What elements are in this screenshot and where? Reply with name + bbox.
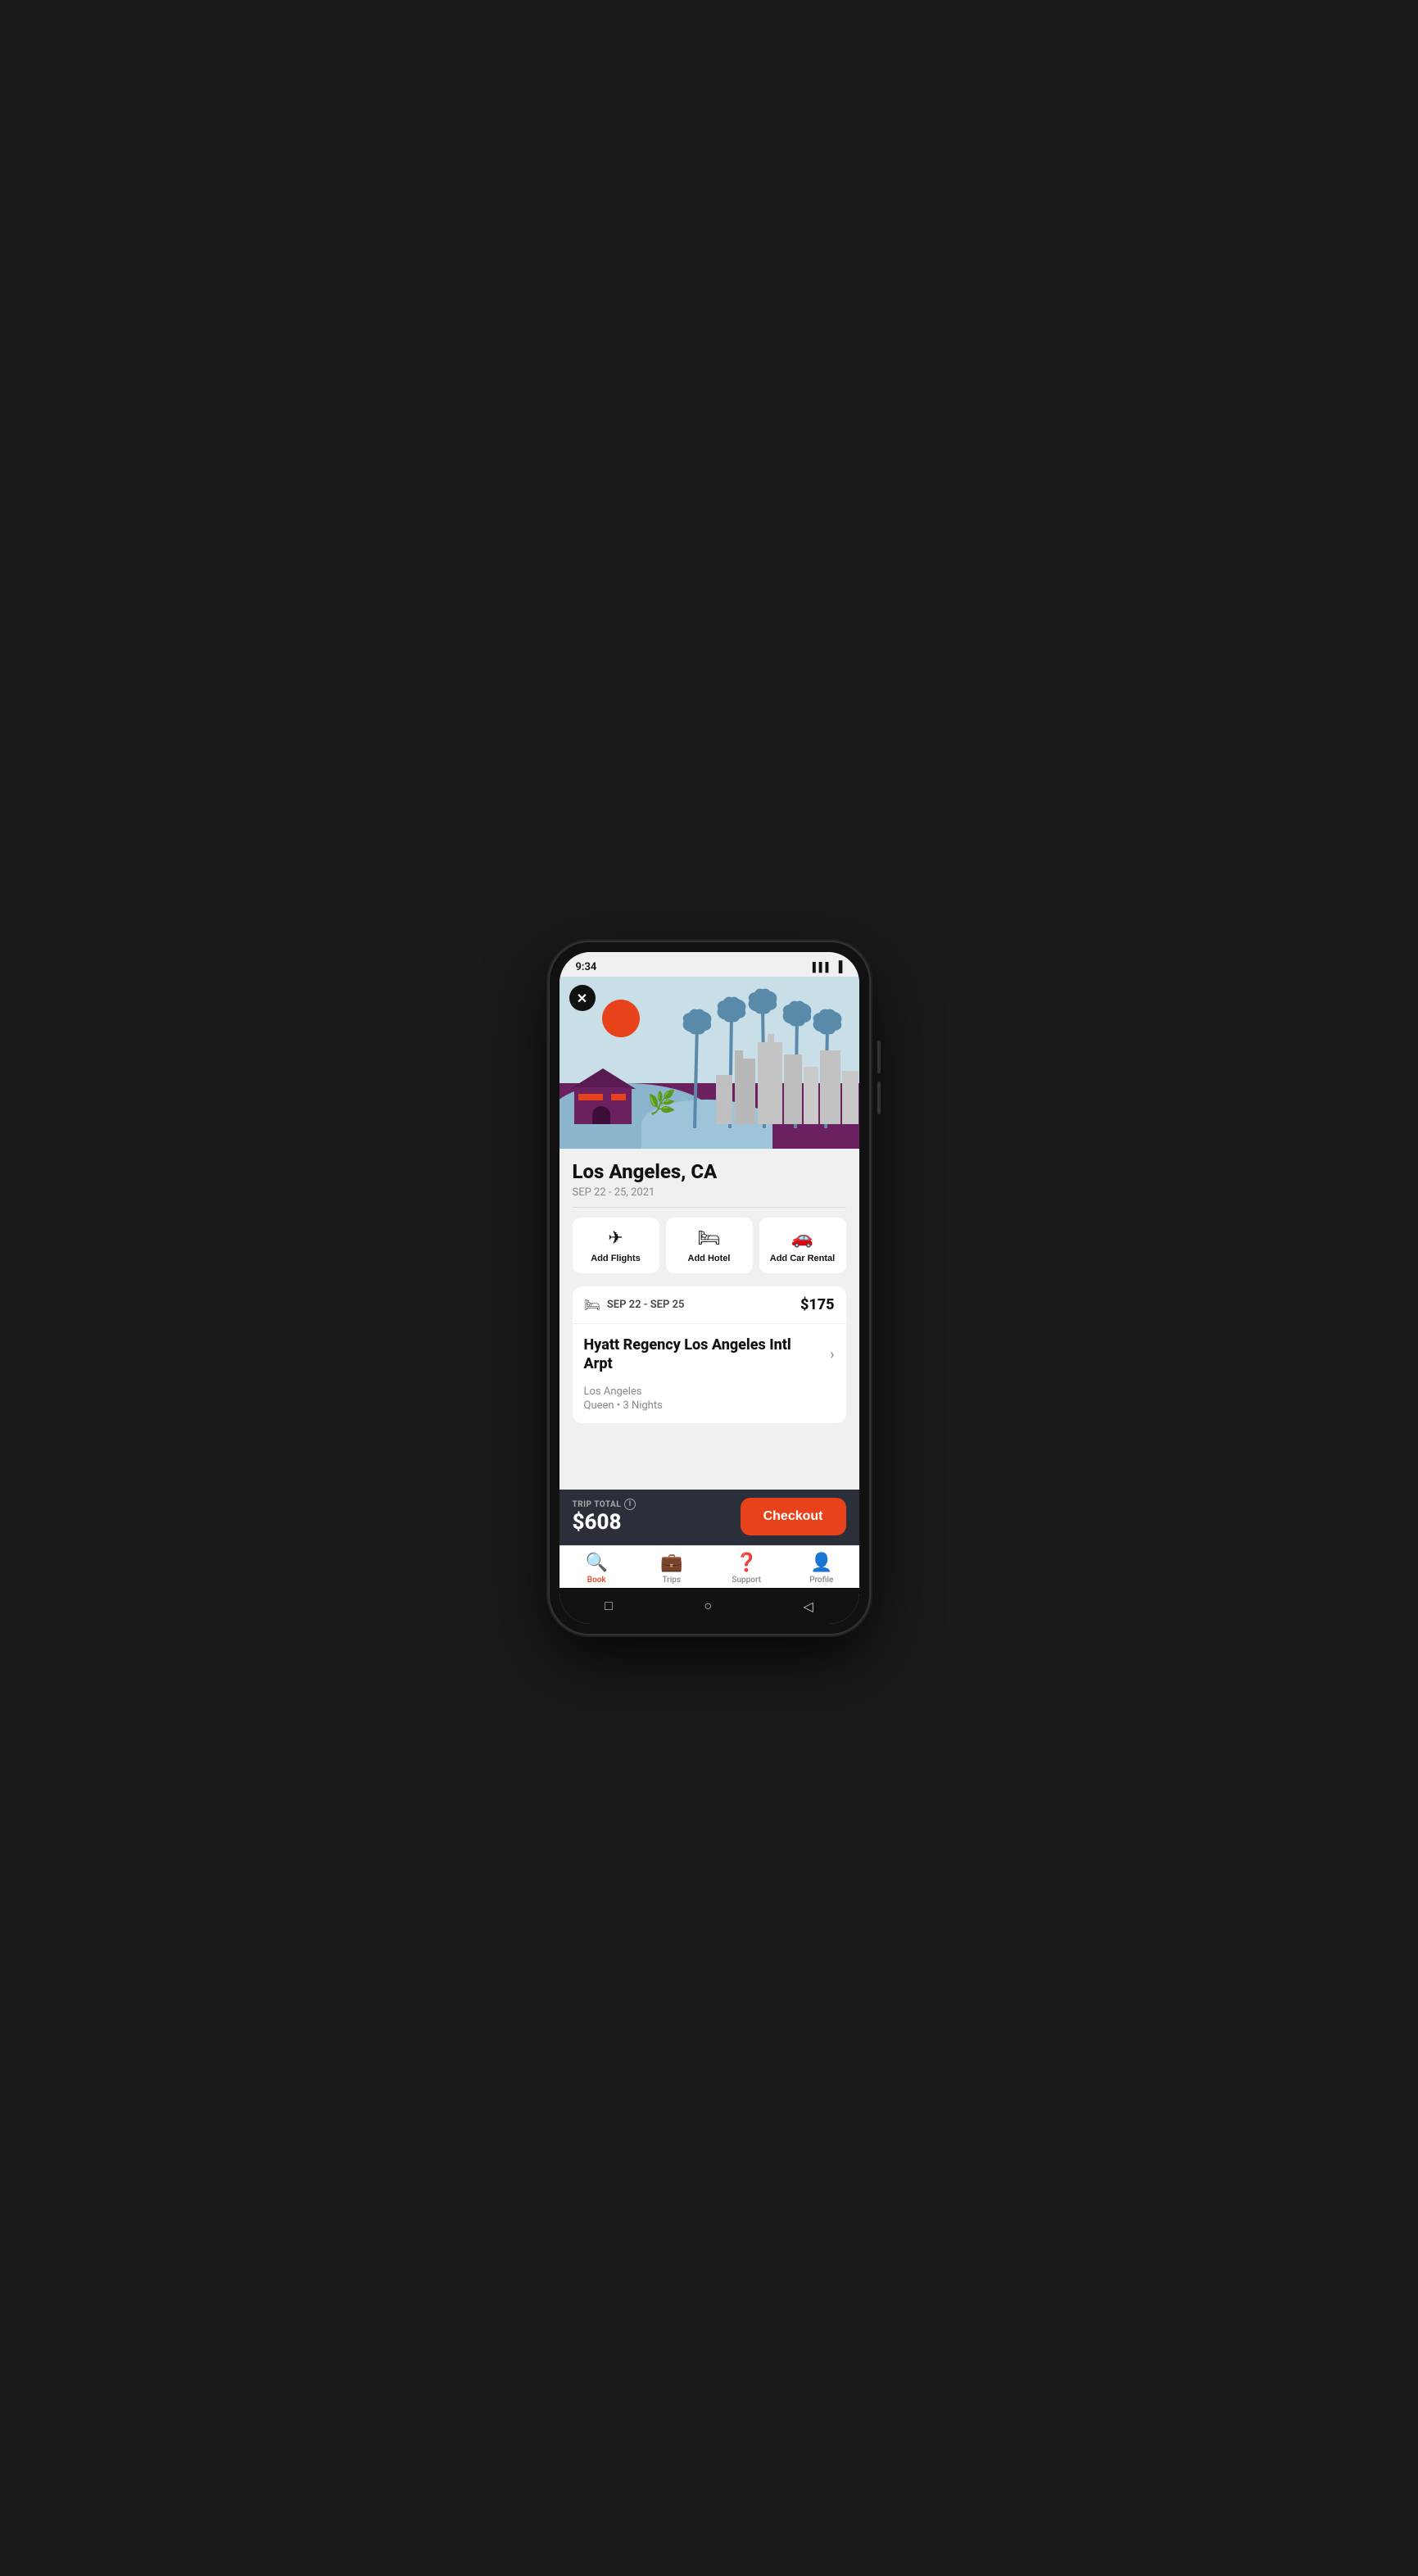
destination-title: Los Angeles, CA	[573, 1160, 846, 1184]
nav-book-label: Book	[587, 1576, 606, 1585]
destination-header: Los Angeles, CA SEP 22 - 25, 2021	[559, 1149, 859, 1207]
checkout-button[interactable]: Checkout	[741, 1498, 846, 1535]
bottom-nav: 🔍 Book 💼 Trips ❓ Support 👤 Profile	[559, 1545, 859, 1588]
hotel-dates-row: 🛏 SEP 22 - SEP 25 $175	[573, 1286, 846, 1324]
hotel-price: $175	[800, 1296, 835, 1313]
city-skyline	[712, 1026, 859, 1124]
profile-icon: 👤	[810, 1553, 832, 1573]
android-home[interactable]: ○	[687, 1594, 728, 1617]
hotel-location: Los Angeles	[584, 1386, 835, 1398]
services-row: ✈ Add Flights 🛏 Add Hotel 🚗 Add Car Rent…	[559, 1208, 859, 1283]
phone-screen: 9:34 ▌▌▌ ▐	[559, 952, 859, 1624]
nav-profile[interactable]: 👤 Profile	[784, 1553, 859, 1585]
house-window	[592, 1106, 610, 1124]
destination-dates: SEP 22 - 25, 2021	[573, 1186, 846, 1199]
android-navigation: □ ○ ◁	[559, 1588, 859, 1624]
nav-trips-label: Trips	[662, 1576, 681, 1585]
nav-support[interactable]: ❓ Support	[709, 1553, 785, 1585]
flights-label: Add Flights	[591, 1254, 641, 1263]
hotel-card[interactable]: 🛏 SEP 22 - SEP 25 $175 Hyatt Regency Los…	[573, 1286, 846, 1423]
house-roof	[570, 1068, 636, 1089]
status-bar: 9:34 ▌▌▌ ▐	[559, 952, 859, 977]
chevron-right-icon: ›	[830, 1346, 834, 1363]
trip-total-amount: $608	[573, 1510, 637, 1535]
car-icon: 🚗	[791, 1227, 813, 1249]
add-hotel-button[interactable]: 🛏 Add Hotel	[666, 1218, 753, 1273]
hotel-info-row: Hyatt Regency Los Angeles Intl Arpt ›	[573, 1324, 846, 1386]
trip-total-section: TRIP TOTAL i $608	[573, 1499, 637, 1535]
android-recents[interactable]: □	[588, 1594, 629, 1617]
house-body	[574, 1087, 632, 1124]
volume-button-2	[877, 1082, 881, 1114]
trips-icon: 💼	[660, 1553, 682, 1573]
main-content: Los Angeles, CA SEP 22 - 25, 2021 ✈ Add …	[559, 1149, 859, 1490]
flights-icon: ✈	[608, 1227, 623, 1249]
hotel-bed-icon: 🛏	[584, 1297, 600, 1313]
battery-icon: ▐	[835, 960, 842, 973]
house-accent2	[611, 1094, 626, 1100]
hotel-room-type: Queen • 3 Nights	[584, 1399, 835, 1412]
close-button[interactable]: ✕	[569, 985, 596, 1011]
info-icon[interactable]: i	[624, 1499, 636, 1510]
phone-frame: 9:34 ▌▌▌ ▐	[550, 942, 869, 1634]
house-illustration	[574, 1087, 648, 1124]
close-icon: ✕	[577, 991, 587, 1006]
hotel-icon: 🛏	[698, 1227, 721, 1249]
status-time: 9:34	[576, 961, 597, 973]
hotel-details: Los Angeles Queen • 3 Nights	[573, 1386, 846, 1423]
add-flights-button[interactable]: ✈ Add Flights	[573, 1218, 659, 1273]
add-car-rental-button[interactable]: 🚗 Add Car Rental	[759, 1218, 846, 1273]
status-icons: ▌▌▌ ▐	[813, 960, 843, 973]
hotel-name: Hyatt Regency Los Angeles Intl Arpt	[584, 1336, 824, 1374]
nav-book[interactable]: 🔍 Book	[559, 1553, 635, 1585]
house-accent	[578, 1094, 603, 1100]
checkout-bar: TRIP TOTAL i $608 Checkout	[559, 1490, 859, 1545]
hotel-label: Add Hotel	[688, 1254, 731, 1263]
signal-icon: ▌▌▌	[813, 962, 831, 973]
support-icon: ❓	[736, 1553, 758, 1573]
nav-trips[interactable]: 💼 Trips	[634, 1553, 709, 1585]
sun-illustration	[602, 1000, 640, 1037]
trip-total-label: TRIP TOTAL i	[573, 1499, 637, 1510]
hotel-dates-left: 🛏 SEP 22 - SEP 25	[584, 1297, 685, 1313]
volume-button-1	[877, 1041, 881, 1073]
book-icon: 🔍	[586, 1553, 608, 1573]
nav-profile-label: Profile	[809, 1576, 833, 1585]
hero-illustration: 🌿	[559, 977, 859, 1149]
hotel-date-range: SEP 22 - SEP 25	[607, 1299, 685, 1311]
car-label: Add Car Rental	[770, 1254, 835, 1263]
android-back[interactable]: ◁	[786, 1595, 829, 1617]
nav-support-label: Support	[732, 1576, 761, 1585]
hotel-section: 🛏 SEP 22 - SEP 25 $175 Hyatt Regency Los…	[559, 1283, 859, 1433]
